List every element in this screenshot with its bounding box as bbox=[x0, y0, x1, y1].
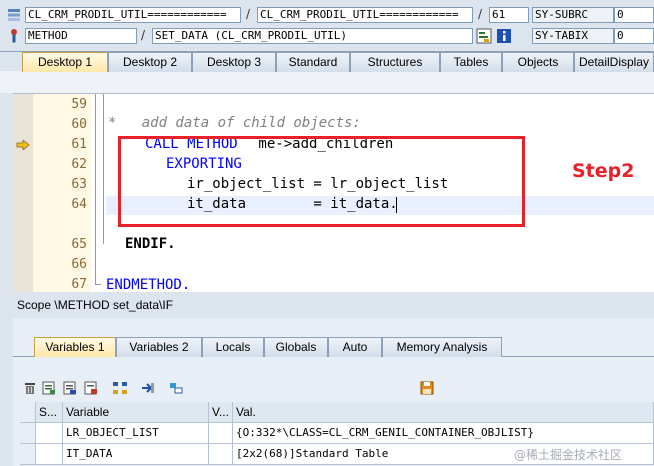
save-icon[interactable] bbox=[419, 380, 435, 396]
breakpoint-gutter[interactable] bbox=[13, 94, 34, 292]
tab-variables-2[interactable]: Variables 2 bbox=[116, 337, 202, 357]
separator: / bbox=[246, 7, 251, 21]
sy-subrc-value[interactable]: 0 bbox=[614, 7, 654, 23]
import-icon[interactable] bbox=[62, 380, 78, 396]
separator: / bbox=[478, 7, 483, 21]
event-type-field[interactable]: METHOD bbox=[25, 28, 137, 44]
structure-icon[interactable] bbox=[168, 380, 184, 396]
row-selector[interactable] bbox=[20, 423, 36, 444]
tab-memory-analysis[interactable]: Memory Analysis bbox=[382, 337, 502, 357]
sy-tabix-label: SY-TABIX bbox=[532, 28, 614, 44]
step2-highlight-box bbox=[118, 136, 525, 227]
table-cell-status[interactable] bbox=[36, 444, 63, 465]
scope-indicator: Scope \METHOD set_data\IF bbox=[13, 292, 654, 318]
tab-auto[interactable]: Auto bbox=[328, 337, 382, 357]
program-field[interactable]: CL_CRM_PRODIL_UTIL============ bbox=[25, 7, 241, 23]
separator: / bbox=[141, 28, 146, 42]
tab-standard[interactable]: Standard bbox=[276, 52, 350, 72]
line-number-column: 59 60 61 62 63 64 65 66 67 68 bbox=[33, 94, 91, 292]
line-number: 60 bbox=[71, 117, 87, 132]
current-line-arrow-icon bbox=[16, 139, 30, 153]
line-number: 63 bbox=[71, 177, 87, 192]
source-code-editor[interactable]: 59 60 61 62 63 64 65 66 67 68 * add data… bbox=[13, 93, 654, 292]
table-cell-value[interactable]: {O:332*\CLASS=CL_CRM_GENIL_CONTAINER_OBJ… bbox=[233, 423, 654, 444]
tab-tables[interactable]: Tables bbox=[440, 52, 502, 72]
line-number: 59 bbox=[71, 97, 87, 112]
info-icon[interactable] bbox=[496, 28, 512, 44]
line-number: 65 bbox=[71, 237, 87, 252]
code-endmethod: ENDMETHOD. bbox=[106, 277, 191, 292]
tab-desktop-1[interactable]: Desktop 1 bbox=[22, 52, 108, 72]
column-header-v[interactable]: V... bbox=[209, 402, 233, 423]
table-cell-variable[interactable]: LR_OBJECT_LIST bbox=[63, 423, 209, 444]
table-cell-status[interactable] bbox=[36, 423, 63, 444]
tab-desktop-3[interactable]: Desktop 3 bbox=[192, 52, 276, 72]
tab-content-strip bbox=[0, 71, 654, 93]
table-cell-variable[interactable]: IT_DATA bbox=[63, 444, 209, 465]
table-cell-v[interactable] bbox=[209, 444, 233, 465]
event-name-field[interactable]: SET_DATA (CL_CRM_PRODIL_UTIL) bbox=[152, 28, 473, 44]
table-cell-v[interactable] bbox=[209, 423, 233, 444]
hierarchy-icon[interactable] bbox=[112, 380, 128, 396]
code-comment: * add data of child objects: bbox=[108, 115, 361, 131]
block-guide bbox=[95, 284, 101, 285]
sy-tabix-value[interactable]: 0 bbox=[614, 28, 654, 44]
step2-label: Step2 bbox=[572, 160, 635, 182]
include-field[interactable]: CL_CRM_PRODIL_UTIL============ bbox=[257, 7, 473, 23]
line-number: 61 bbox=[71, 137, 87, 152]
line-number: 66 bbox=[71, 257, 87, 272]
line-number-field[interactable]: 61 bbox=[489, 7, 529, 23]
row-selector[interactable] bbox=[20, 444, 36, 465]
line-number: 62 bbox=[71, 157, 87, 172]
sy-subrc-label: SY-SUBRC bbox=[532, 7, 614, 23]
line-number: 64 bbox=[71, 197, 87, 212]
tab-objects[interactable]: Objects bbox=[502, 52, 574, 72]
column-header-variable[interactable]: Variable bbox=[63, 402, 209, 423]
code-endif: ENDIF. bbox=[125, 236, 176, 252]
source-code-icon[interactable] bbox=[476, 28, 492, 44]
block-guide bbox=[103, 94, 105, 244]
insert-row-icon[interactable] bbox=[41, 380, 57, 396]
column-header-status[interactable]: S... bbox=[36, 402, 63, 423]
navigate-icon[interactable] bbox=[140, 380, 156, 396]
column-header-value[interactable]: Val. bbox=[233, 402, 654, 423]
tab-desktop-2[interactable]: Desktop 2 bbox=[108, 52, 192, 72]
delete-icon[interactable] bbox=[22, 380, 38, 396]
tab-globals[interactable]: Globals bbox=[264, 337, 328, 357]
tab-detaildisplay[interactable]: DetailDisplay bbox=[574, 52, 654, 72]
stack-icon[interactable] bbox=[6, 7, 22, 23]
block-guide bbox=[95, 94, 97, 284]
tab-structures[interactable]: Structures bbox=[350, 52, 440, 72]
line-number: 67 bbox=[71, 277, 87, 292]
tab-variables-1[interactable]: Variables 1 bbox=[34, 337, 116, 357]
watermark: @稀土掘金技术社区 bbox=[514, 448, 623, 462]
tab-locals[interactable]: Locals bbox=[202, 337, 264, 357]
method-icon bbox=[6, 28, 22, 44]
table-corner[interactable] bbox=[20, 402, 36, 423]
export-icon[interactable] bbox=[83, 380, 99, 396]
